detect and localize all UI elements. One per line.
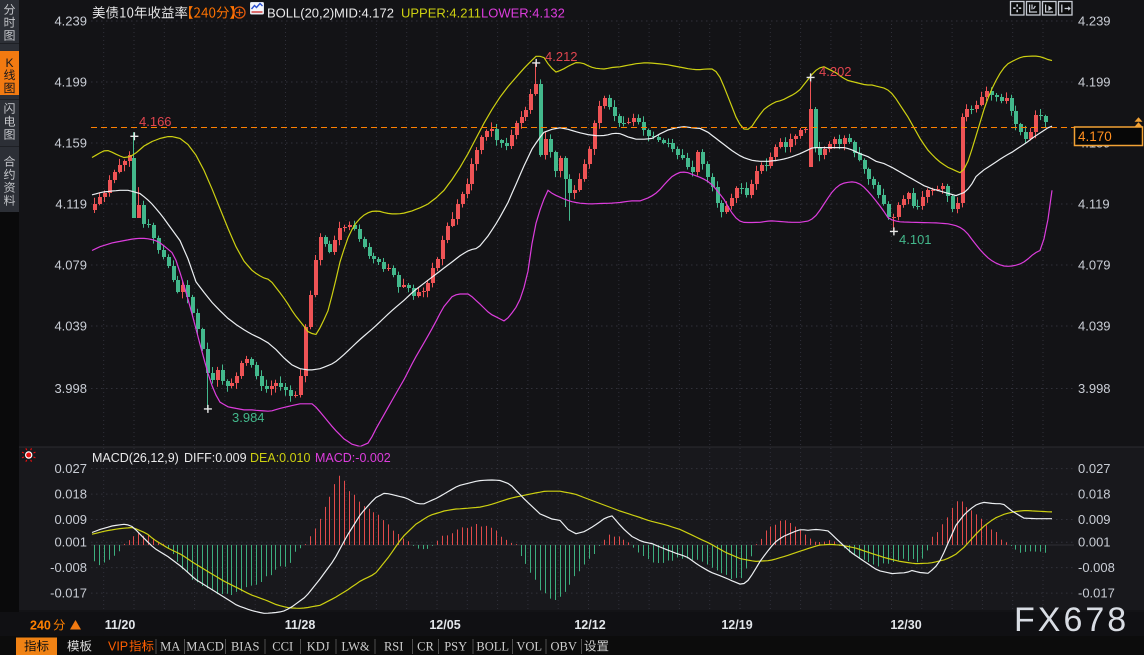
svg-text:12/12: 12/12 — [574, 618, 605, 632]
svg-text:UPPER:4.211: UPPER:4.211 — [401, 6, 481, 21]
svg-text:4.170: 4.170 — [1078, 129, 1112, 144]
svg-text:VIP: VIP — [108, 640, 128, 654]
svg-text:0.027: 0.027 — [1078, 461, 1111, 476]
svg-text:11/20: 11/20 — [105, 618, 136, 632]
svg-text:BOLL: BOLL — [476, 640, 509, 654]
svg-text:4.039: 4.039 — [54, 319, 87, 334]
svg-text:0.027: 0.027 — [54, 461, 87, 476]
svg-text:0.018: 0.018 — [1078, 487, 1111, 502]
svg-text:CCI: CCI — [272, 640, 293, 654]
svg-text:BOLL(20,2): BOLL(20,2) — [267, 6, 334, 21]
svg-text:4.239: 4.239 — [54, 14, 87, 29]
svg-text:RSI: RSI — [384, 640, 403, 654]
svg-text:4.239: 4.239 — [1078, 14, 1111, 29]
svg-text:-0.008: -0.008 — [1078, 560, 1115, 575]
svg-text:4.119: 4.119 — [55, 197, 87, 212]
svg-text:0.001: 0.001 — [1078, 535, 1111, 550]
svg-text:-0.017: -0.017 — [1078, 586, 1115, 601]
svg-text:12/30: 12/30 — [890, 618, 921, 632]
svg-text:4.166: 4.166 — [139, 114, 172, 129]
svg-text:4.199: 4.199 — [1078, 75, 1111, 90]
svg-text:VOL: VOL — [516, 640, 542, 654]
svg-text:3.998: 3.998 — [1078, 381, 1111, 396]
svg-text:4.199: 4.199 — [54, 75, 87, 90]
svg-text:BIAS: BIAS — [231, 640, 260, 654]
svg-text:0.001: 0.001 — [54, 535, 87, 550]
svg-text:4.212: 4.212 — [545, 49, 578, 64]
svg-text:MACD: MACD — [186, 640, 224, 654]
svg-text:4.079: 4.079 — [54, 258, 87, 273]
svg-text:4.159: 4.159 — [54, 136, 87, 151]
svg-text:OBV: OBV — [550, 640, 576, 654]
svg-text:4.039: 4.039 — [1078, 319, 1111, 334]
svg-text:KDJ: KDJ — [307, 640, 330, 654]
svg-text:MACD:-0.002: MACD:-0.002 — [315, 451, 391, 465]
svg-text:CR: CR — [417, 640, 434, 654]
svg-text:MACD(26,12,9): MACD(26,12,9) — [92, 451, 179, 465]
svg-text:DEA:0.010: DEA:0.010 — [250, 451, 311, 465]
svg-text:0.018: 0.018 — [54, 487, 87, 502]
svg-text:240: 240 — [30, 619, 51, 633]
svg-text:LW&: LW& — [341, 640, 370, 654]
svg-text:MA: MA — [160, 640, 180, 654]
svg-text:4.202: 4.202 — [819, 64, 852, 79]
svg-text:-0.008: -0.008 — [50, 560, 87, 575]
svg-text:DIFF:0.009: DIFF:0.009 — [184, 451, 247, 465]
svg-text:11/28: 11/28 — [285, 618, 316, 632]
svg-text:4.119: 4.119 — [1078, 197, 1110, 212]
svg-text:12/19: 12/19 — [721, 618, 752, 632]
svg-text:3.984: 3.984 — [232, 410, 265, 425]
svg-text:4.079: 4.079 — [1078, 258, 1111, 273]
svg-text:-0.017: -0.017 — [50, 586, 87, 601]
svg-text:PSY: PSY — [444, 640, 467, 654]
svg-text:K: K — [5, 56, 13, 70]
svg-text:3.998: 3.998 — [54, 381, 87, 396]
svg-text:12/05: 12/05 — [429, 618, 460, 632]
svg-text:FX678: FX678 — [1014, 601, 1129, 639]
svg-text:4.101: 4.101 — [899, 232, 932, 247]
svg-text:0.009: 0.009 — [54, 512, 87, 527]
svg-text:LOWER:4.132: LOWER:4.132 — [481, 6, 565, 21]
svg-text:0.009: 0.009 — [1078, 512, 1111, 527]
svg-text:MID:4.172: MID:4.172 — [334, 6, 394, 21]
